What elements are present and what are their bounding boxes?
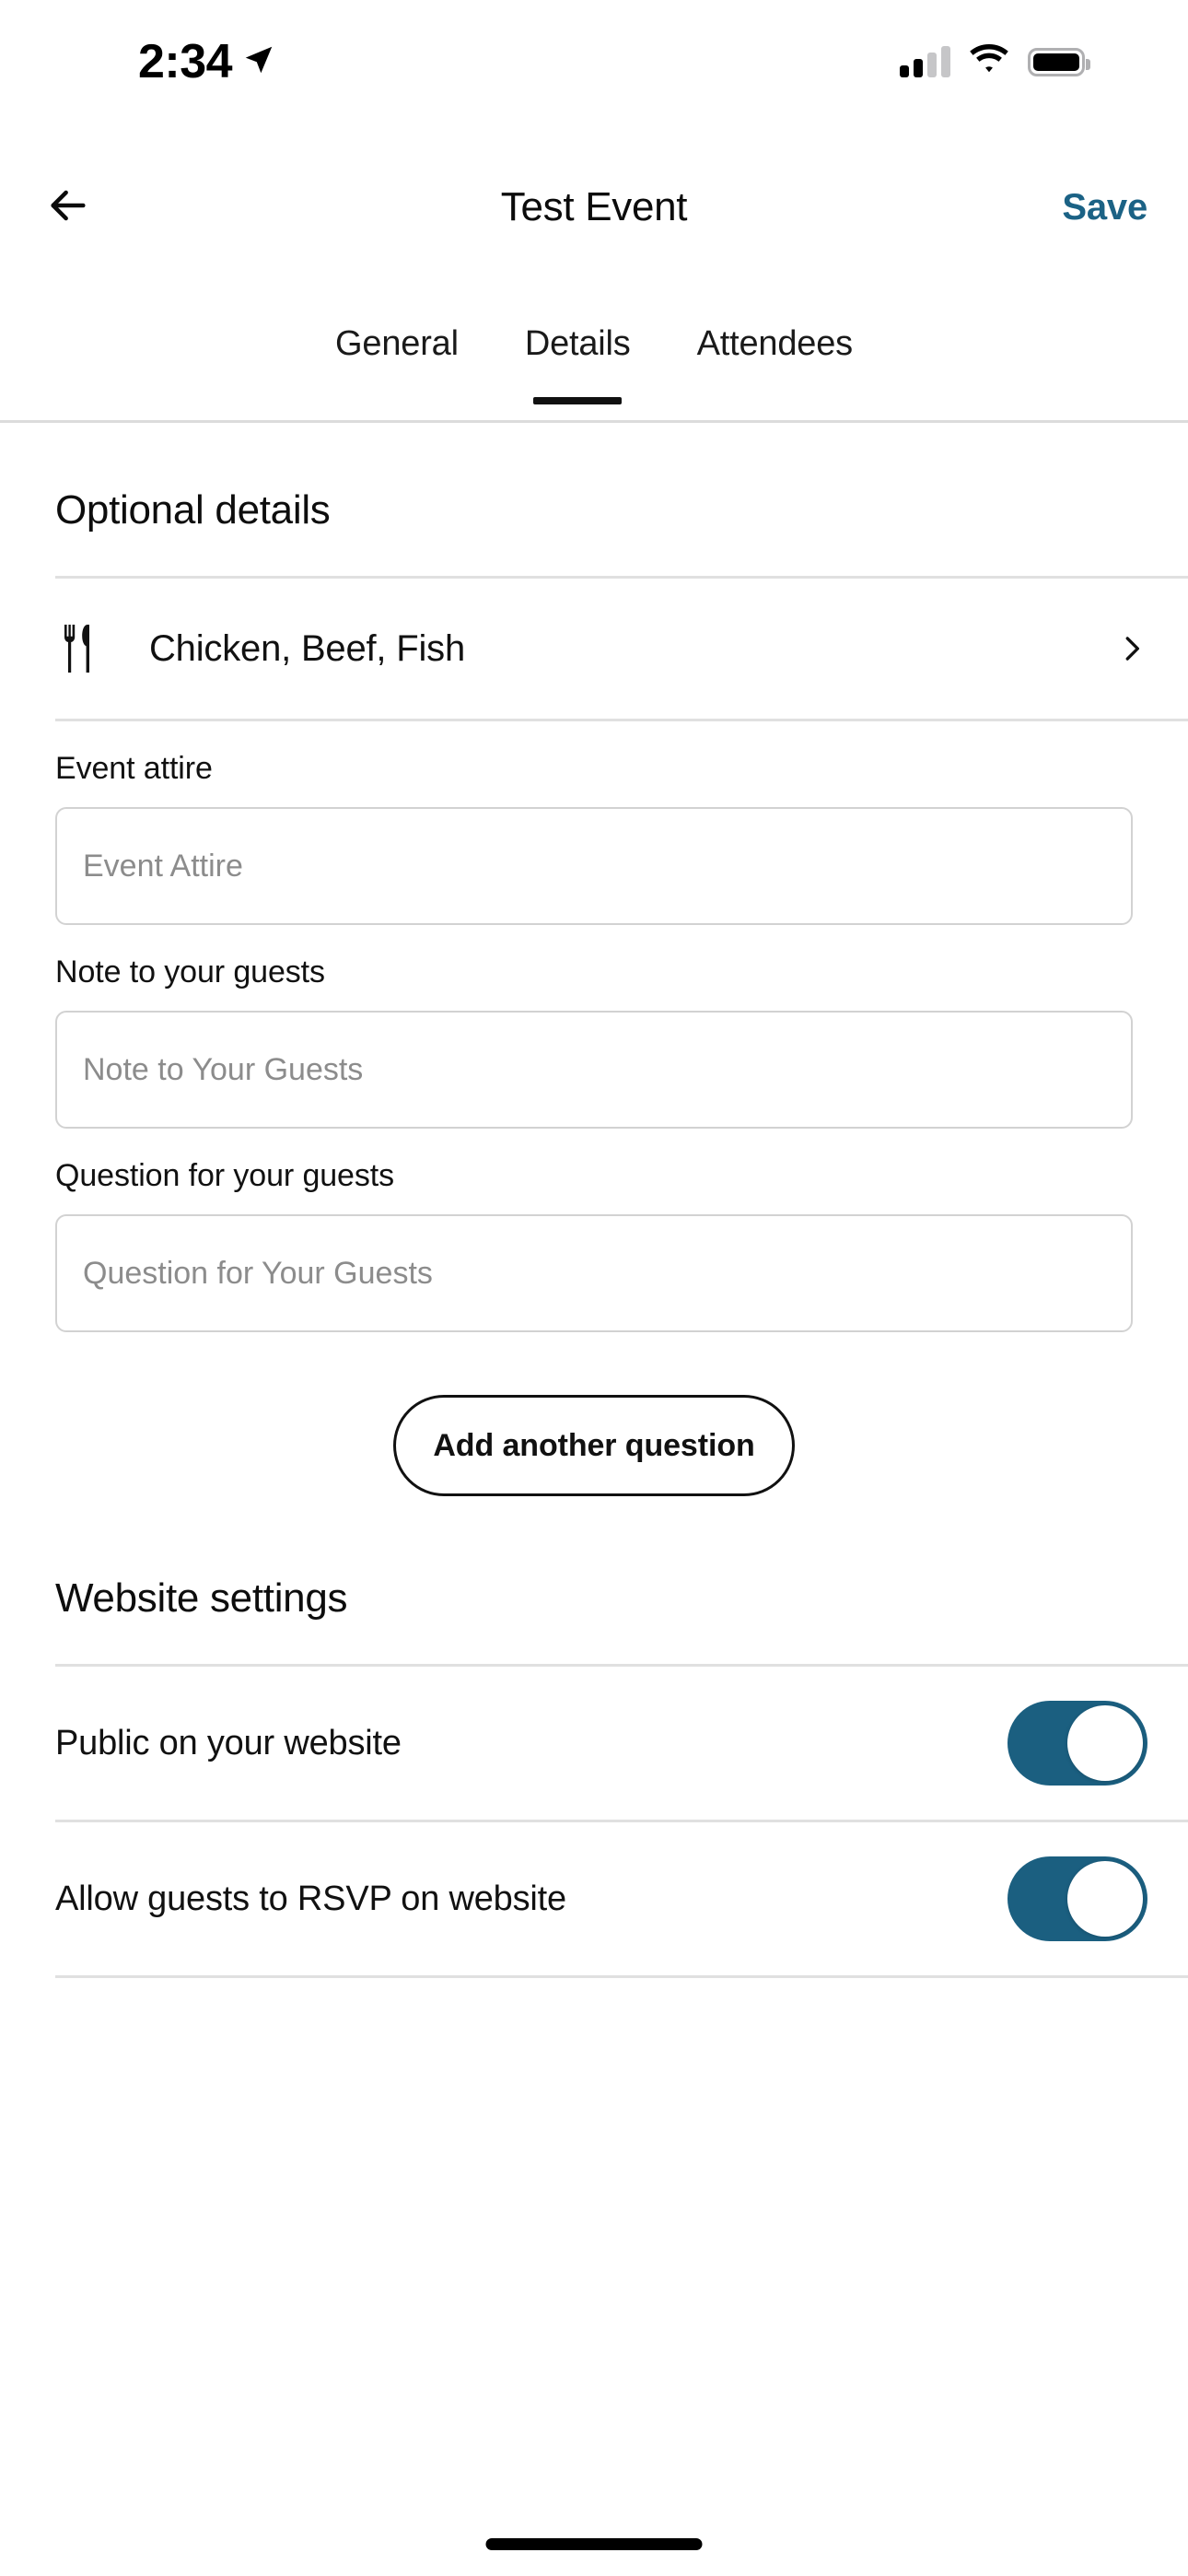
event-attire-input[interactable]: [55, 807, 1133, 925]
add-question-row: Add another question: [0, 1395, 1188, 1496]
note-to-guests-input[interactable]: [55, 1011, 1133, 1129]
status-bar-right: [900, 44, 1103, 79]
question-for-guests-input[interactable]: [55, 1214, 1133, 1332]
tab-details[interactable]: Details: [525, 324, 631, 404]
back-button[interactable]: [28, 167, 109, 248]
allow-rsvp-toggle[interactable]: [1007, 1856, 1147, 1941]
tab-attendees[interactable]: Attendees: [697, 324, 854, 404]
toggle-label: Allow guests to RSVP on website: [55, 1879, 566, 1918]
cellular-signal-icon: [900, 46, 950, 77]
tab-general[interactable]: General: [335, 324, 459, 404]
status-bar-time: 2:34: [138, 35, 233, 88]
toggle-row-public-on-website[interactable]: Public on your website: [0, 1667, 1188, 1820]
add-another-question-button[interactable]: Add another question: [393, 1395, 795, 1496]
page-title: Test Event: [500, 184, 688, 229]
tab-bar: General Details Attendees: [0, 304, 1188, 422]
battery-icon: [1028, 47, 1090, 76]
optional-details-title: Optional details: [55, 487, 331, 533]
field-note-to-guests: Note to your guests: [0, 954, 1188, 1129]
toggle-knob: [1067, 1705, 1143, 1781]
details-content: Optional details Chicken, Beef, Fish Eve…: [0, 423, 1188, 2576]
fork-knife-icon: [55, 623, 107, 674]
field-label: Question for your guests: [55, 1158, 395, 1193]
status-bar: 2:34: [0, 0, 1188, 111]
field-label: Event attire: [55, 751, 213, 786]
navigation-bar: Test Event Save: [0, 161, 1188, 253]
meal-options-row[interactable]: Chicken, Beef, Fish: [0, 579, 1188, 719]
home-indicator[interactable]: [485, 2538, 703, 2550]
wifi-icon: [969, 44, 1009, 79]
status-bar-left: 2:34: [0, 34, 276, 89]
toggle-row-allow-rsvp[interactable]: Allow guests to RSVP on website: [0, 1822, 1188, 1975]
divider: [55, 1975, 1188, 1978]
save-button[interactable]: Save: [1062, 187, 1147, 228]
website-settings-title: Website settings: [55, 1575, 348, 1621]
back-arrow-icon: [42, 180, 94, 236]
location-arrow-icon: [241, 42, 276, 82]
public-on-website-toggle[interactable]: [1007, 1701, 1147, 1786]
chevron-right-icon: [1114, 631, 1149, 666]
toggle-label: Public on your website: [55, 1723, 402, 1762]
meal-options-value: Chicken, Beef, Fish: [149, 627, 466, 669]
divider: [55, 719, 1188, 721]
field-question-for-guests: Question for your guests: [0, 1158, 1188, 1332]
field-label: Note to your guests: [55, 954, 325, 989]
toggle-knob: [1067, 1861, 1143, 1937]
field-event-attire: Event attire: [0, 751, 1188, 925]
phone-screen: 2:34 Test Event Save General Details Att…: [0, 0, 1188, 2576]
